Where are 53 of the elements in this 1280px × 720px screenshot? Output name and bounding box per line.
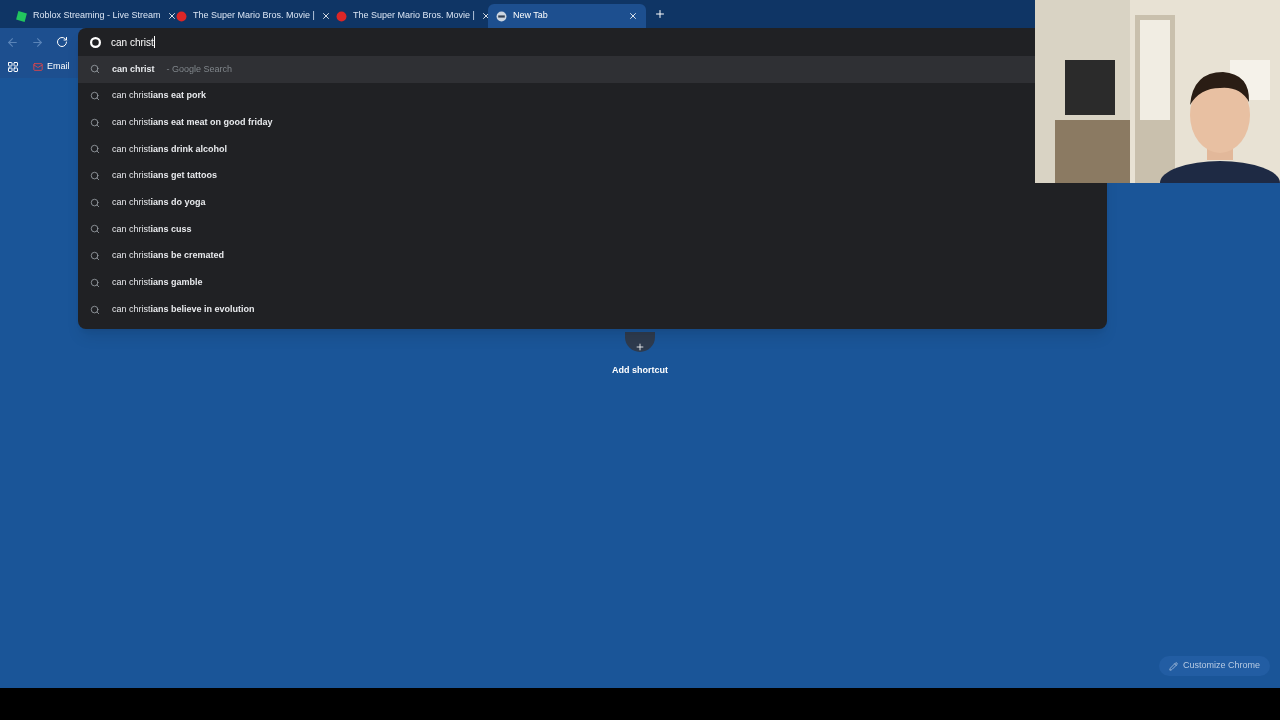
suggestion-text: can christians cuss [112,222,192,236]
search-icon [90,64,100,75]
suggestion-item[interactable]: can christians drink alcohol [78,136,1035,163]
search-icon [90,197,100,208]
browser-tab[interactable]: New Tab [488,4,646,28]
close-icon[interactable] [166,11,177,21]
close-icon[interactable] [320,11,331,21]
suggestion-text: can christians get tattoos [112,169,218,183]
bookmark-label: Email [47,60,70,74]
suggestion-item[interactable]: can christians eat pork [78,82,1035,110]
search-icon [90,171,100,182]
browser-tab[interactable]: The Super Mario Bros. Movie | [328,4,486,28]
reload-icon[interactable] [56,36,68,48]
suggestion-text: can christians drink alcohol [112,142,228,156]
suggestion-text: can christians eat meat on good friday [112,115,273,129]
mail-icon [33,62,43,72]
suggestion-item[interactable]: can christians gamble [78,269,1035,297]
suggestion-text: can christians do yoga [112,196,206,210]
bookmark[interactable]: Email [33,60,70,74]
suggestion-item[interactable]: can christians believe in evolution [78,296,1035,323]
tab-title: The Super Mario Bros. Movie | [353,9,475,23]
search-icon [90,91,100,102]
browser-tab[interactable]: The Super Mario Bros. Movie | [168,4,326,28]
search-icon [90,224,100,235]
search-icon [90,251,100,262]
browser-tab[interactable]: Roblox Streaming - Live Stream [8,4,166,28]
tab-title: Roblox Streaming - Live Stream [33,9,161,23]
suggestion-item[interactable]: can christians eat meat on good friday [78,109,1035,137]
pencil-icon [1168,661,1178,671]
suggestion-item[interactable]: can christians cuss [78,216,1035,243]
close-icon[interactable] [628,11,638,21]
search-icon [90,277,100,288]
suggestion-text: can christians eat pork [112,89,207,103]
add-shortcut-button[interactable]: Add shortcut [612,332,668,378]
apps-icon[interactable] [7,61,19,73]
search-icon [90,117,100,128]
suggestion-text: can christians believe in evolution [112,302,255,316]
search-icon [90,304,100,315]
suggestion-item[interactable]: can christians do yoga [78,189,1035,217]
plus-icon [635,342,645,352]
tab-title: New Tab [513,9,549,23]
suggestion-hint: - Google Search [166,62,233,76]
address-field[interactable]: can christ [78,28,1035,56]
suggestion-item[interactable]: can christians be cremated [78,242,1035,270]
suggestion-item[interactable]: can christ - Google Search [78,56,1035,83]
suggestion-text: can christians be cremated [112,249,225,263]
suggestion-text: can christians gamble [112,276,203,290]
suggestion-text: can christ [112,62,155,76]
suggestion-item[interactable]: can christians get tattoos [78,162,1035,190]
new-tab-icon[interactable] [654,8,666,20]
customize-button[interactable]: Customize Chrome [1158,656,1270,676]
tab-title: The Super Mario Bros. Movie | [193,9,315,23]
search-icon [90,144,100,155]
